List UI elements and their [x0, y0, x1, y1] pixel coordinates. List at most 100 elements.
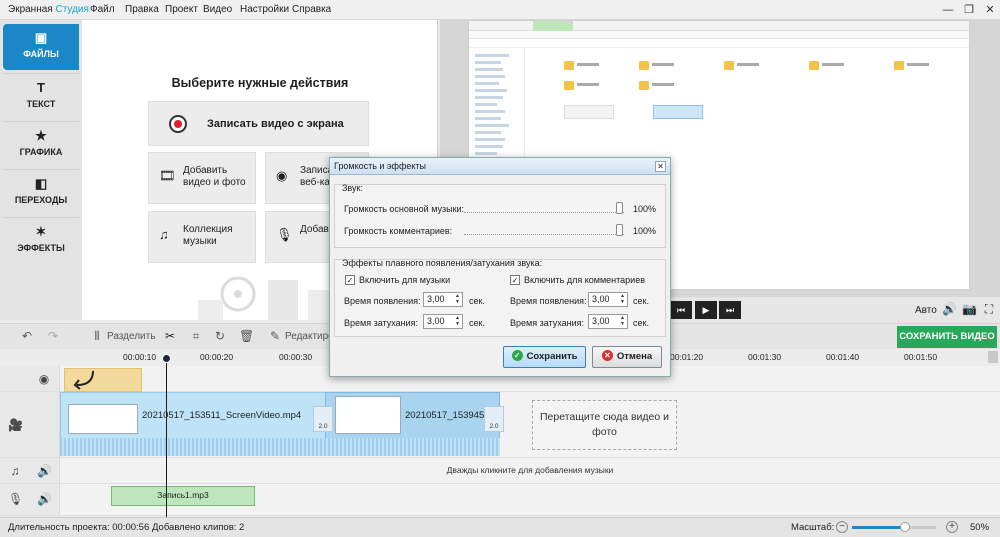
next-frame-icon[interactable]: ⏭	[719, 301, 741, 319]
dialog-save-button[interactable]: ✓ Сохранить	[503, 346, 586, 368]
volume-icon[interactable]: 🔊	[37, 464, 52, 478]
comments-volume-slider[interactable]	[464, 232, 624, 235]
transitions-icon: ◧	[34, 176, 48, 191]
save-video-button[interactable]: СОХРАНИТЬ ВИДЕО	[897, 326, 997, 348]
edit-icon[interactable]: ✎	[268, 329, 282, 343]
aspect-auto-select[interactable]: Авто	[915, 305, 937, 316]
music-fade-out-label: Время затухания:	[344, 318, 419, 328]
maximize-icon[interactable]: ❐	[961, 2, 977, 18]
close-icon[interactable]: ✕	[982, 2, 998, 18]
sidebar-item-transitions[interactable]: ◧ ПЕРЕХОДЫ	[3, 169, 79, 215]
music-collection-button[interactable]: ♫ Коллекция музыки	[148, 211, 256, 263]
comments-volume-handle[interactable]	[616, 224, 623, 236]
comments-fade-checkbox[interactable]: ✓	[510, 275, 520, 285]
comments-fade-in-label: Время появления:	[510, 296, 587, 306]
music-track-hint[interactable]: Дважды кликните для добавления музыки	[60, 465, 1000, 475]
effect-clip[interactable]	[64, 368, 142, 392]
playhead[interactable]	[166, 355, 167, 517]
ruler-tick: 00:00:20	[200, 352, 234, 362]
menu-video[interactable]: Видео	[203, 4, 232, 15]
fade-group-title: Эффекты плавного появления/затухания зву…	[342, 258, 543, 268]
star-icon: ★	[35, 128, 47, 143]
split-button[interactable]: Разделить	[107, 331, 155, 342]
zoom-in-icon[interactable]: +	[946, 521, 958, 533]
menu-settings[interactable]: Настройки	[240, 4, 289, 15]
split-icon[interactable]: ⫴	[90, 329, 104, 343]
spinner-arrows-icon[interactable]: ▲ ▼	[454, 315, 461, 328]
track-header: 🎥	[0, 392, 60, 457]
clip-thumbnail	[68, 404, 138, 434]
project-duration: Длительность проекта: 00:00:56	[8, 522, 150, 533]
add-video-photo-button[interactable]: 🎞 Добавить видео и фото	[148, 152, 256, 204]
spinner-arrows-icon[interactable]: ▲ ▼	[619, 293, 626, 306]
edit-button[interactable]: Редактиро	[285, 331, 334, 342]
main-music-volume-handle[interactable]	[616, 202, 623, 214]
volume-icon[interactable]: 🔊	[942, 302, 957, 316]
menu-edit[interactable]: Правка	[125, 4, 159, 15]
comments-fade-in-input[interactable]: 3,00 ▲ ▼	[588, 292, 628, 307]
status-bar: Длительность проекта: 00:00:56 Добавлено…	[0, 517, 1000, 537]
delete-icon[interactable]: 🗑	[239, 329, 254, 343]
dialog-close-icon[interactable]: ✕	[655, 161, 666, 172]
timeline-scrollbar[interactable]	[988, 351, 998, 363]
volume-effects-dialog: Громкость и эффекты ✕ Звук: Громкость ос…	[329, 157, 671, 377]
visibility-eye-icon[interactable]: ◉	[37, 372, 51, 386]
music-fade-label: Включить для музыки	[359, 275, 451, 285]
previous-frame-icon[interactable]: ⏮	[670, 301, 692, 319]
audio-clip[interactable]: Запись1.mp3	[111, 486, 255, 506]
zoom-out-icon[interactable]: −	[836, 521, 848, 533]
sidebar-item-text[interactable]: T ТЕКСТ	[3, 73, 79, 119]
fullscreen-icon[interactable]: ⛶	[982, 302, 996, 316]
cancel-icon: ✕	[601, 349, 613, 361]
zoom-slider-fill	[852, 526, 904, 529]
cut-icon[interactable]: ✂	[163, 329, 177, 343]
snapshot-icon[interactable]: 📷	[962, 302, 977, 316]
music-fade-checkbox[interactable]: ✓	[345, 275, 355, 285]
music-collection-label: Коллекция музыки	[183, 224, 233, 247]
music-note-icon: ♫	[10, 464, 20, 478]
transition-marker[interactable]: 2.0	[313, 406, 333, 432]
media-drop-zone[interactable]: Перетащите сюда видео и фото	[532, 400, 677, 450]
dialog-cancel-button[interactable]: ✕ Отмена	[592, 346, 662, 368]
spinner-arrows-icon[interactable]: ▲ ▼	[454, 293, 461, 306]
dialog-cancel-label: Отмена	[616, 351, 653, 362]
music-fade-in-input[interactable]: 3,00 ▲ ▼	[423, 292, 463, 307]
sidebar-item-effects[interactable]: ✶ ЭФФЕКТЫ	[3, 217, 79, 263]
explorer-ribbon	[469, 31, 969, 39]
minimize-icon[interactable]: —	[940, 2, 956, 18]
ruler-tick: 00:01:30	[748, 352, 782, 362]
folder-icon	[809, 61, 819, 70]
crop-icon[interactable]: ⌗	[189, 329, 203, 343]
comments-fade-label: Включить для комментариев	[524, 275, 645, 285]
drive-icon	[564, 105, 614, 119]
play-icon[interactable]: ▶	[695, 301, 717, 319]
menu-help[interactable]: Справка	[292, 4, 331, 15]
main-music-volume-label: Громкость основной музыки:	[344, 204, 465, 214]
menu-file[interactable]: Файл	[90, 4, 115, 15]
playhead-handle[interactable]	[162, 354, 171, 363]
record-screen-button[interactable]: Записать видео с экрана	[148, 101, 369, 146]
folder-icon	[564, 81, 574, 90]
transition-marker[interactable]: 2.0	[484, 406, 504, 432]
sidebar: ▣ ФАЙЛЫ T ТЕКСТ ★ ГРАФИКА ◧ ПЕРЕХОДЫ ✶ Э…	[0, 20, 82, 320]
unit-label: сек.	[633, 296, 649, 306]
menu-project[interactable]: Проект	[165, 4, 198, 15]
spinner-arrows-icon[interactable]: ▲ ▼	[619, 315, 626, 328]
music-collection-icon: ♫	[159, 227, 169, 242]
redo-icon[interactable]: ↷	[46, 329, 60, 343]
undo-icon[interactable]: ↶	[20, 329, 34, 343]
sidebar-item-files[interactable]: ▣ ФАЙЛЫ	[3, 24, 79, 70]
folder-icon	[639, 81, 649, 90]
rotate-icon[interactable]: ↻	[213, 329, 227, 343]
record-icon	[169, 115, 187, 133]
comments-fade-in-value: 3,00	[592, 294, 610, 304]
comments-fade-out-input[interactable]: 3,00 ▲ ▼	[588, 314, 628, 329]
track-header: 🎙 🔊	[0, 484, 60, 515]
zoom-slider-handle[interactable]	[900, 522, 910, 532]
music-fade-in-label: Время появления:	[344, 296, 421, 306]
sidebar-item-graphics[interactable]: ★ ГРАФИКА	[3, 121, 79, 167]
music-fade-out-input[interactable]: 3,00 ▲ ▼	[423, 314, 463, 329]
sidebar-item-label: ЭФФЕКТЫ	[17, 243, 65, 253]
main-music-volume-slider[interactable]	[464, 210, 624, 213]
volume-icon[interactable]: 🔊	[37, 492, 52, 506]
